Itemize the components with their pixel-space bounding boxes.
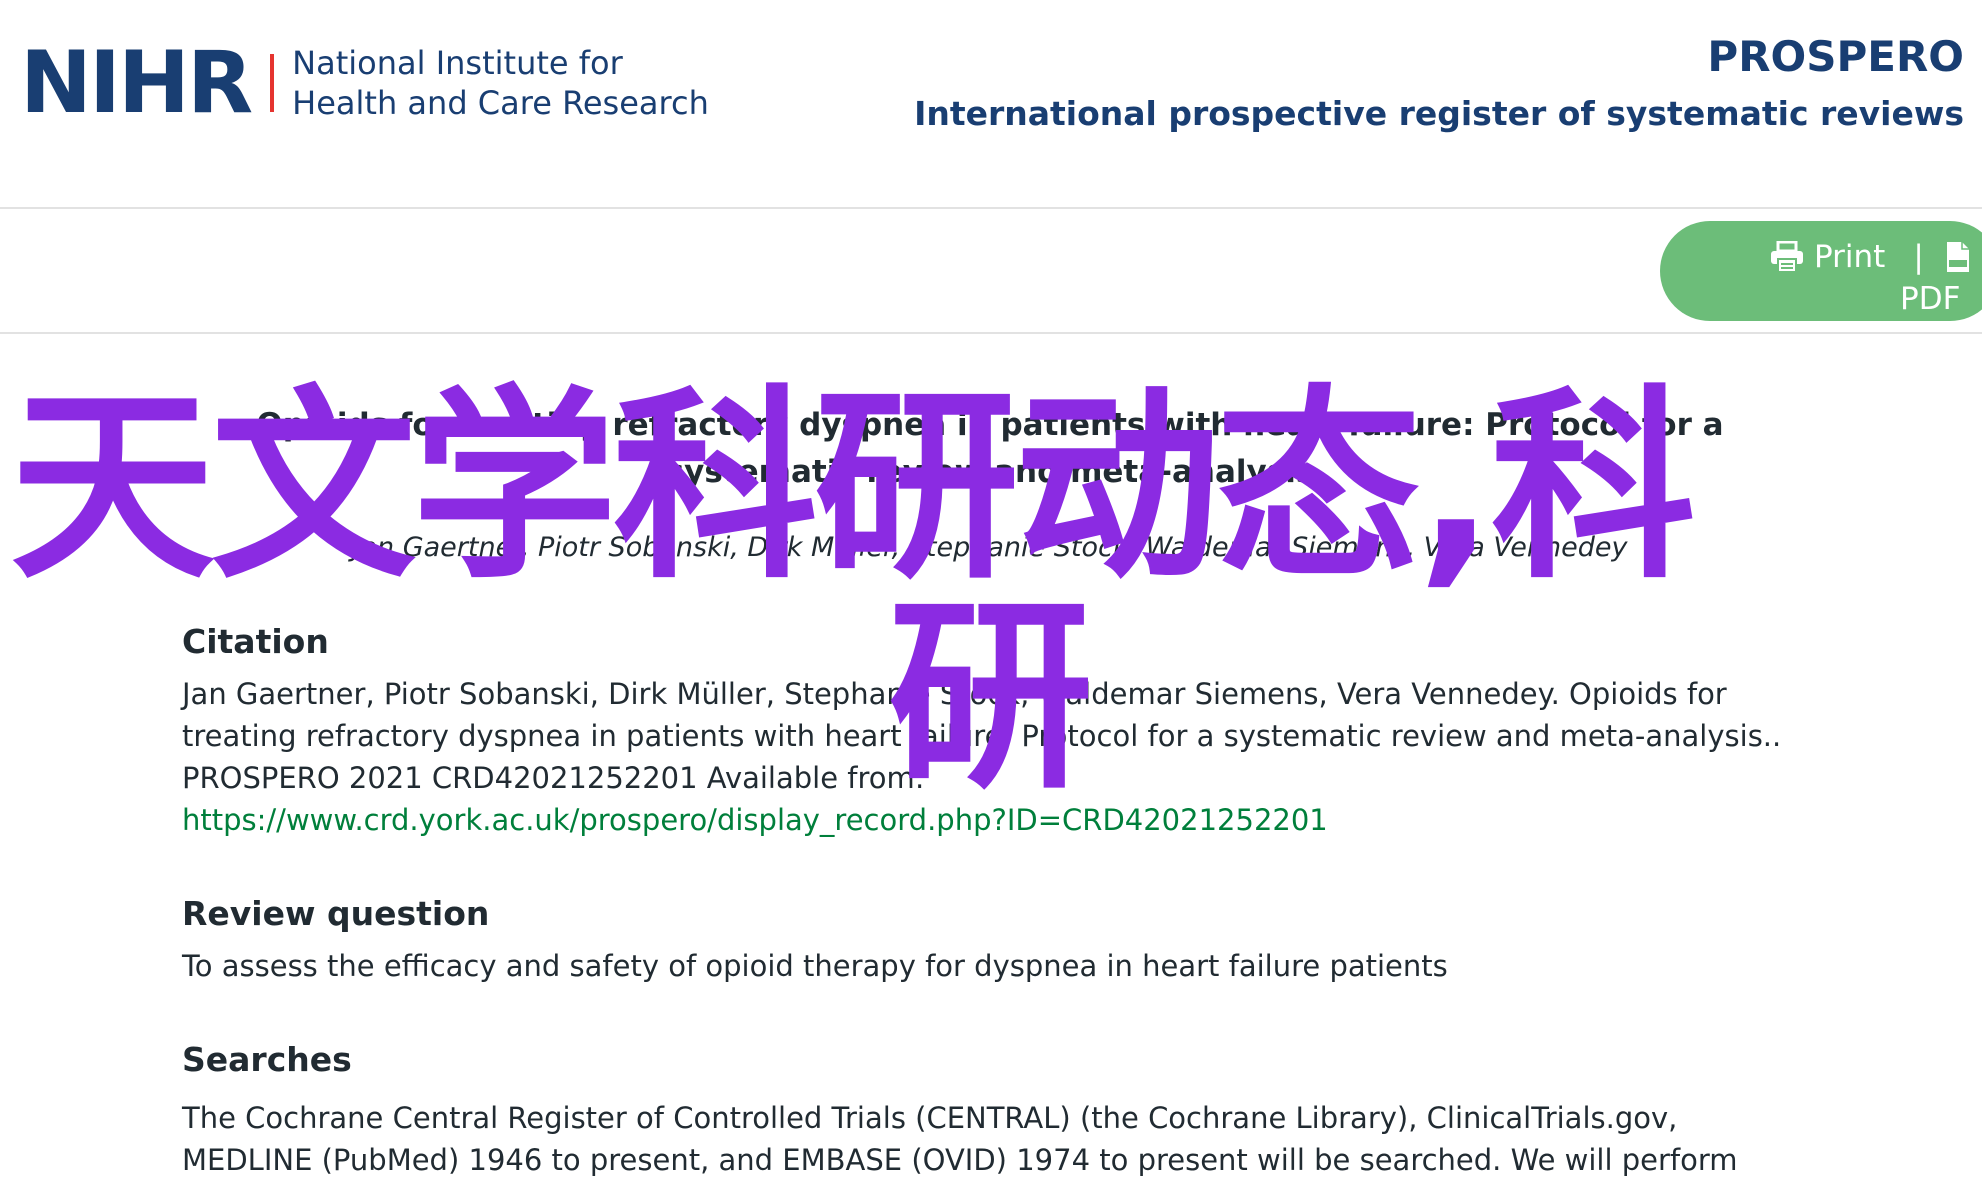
- review-question-text: To assess the efficacy and safety of opi…: [182, 949, 1448, 983]
- citation-text: Jan Gaertner, Piotr Sobanski, Dirk Mülle…: [182, 677, 1782, 795]
- prospero-title[interactable]: PROSPERO: [1707, 32, 1964, 81]
- nihr-name-line1: National Institute for: [292, 44, 623, 82]
- pdf-file-icon[interactable]: [1946, 241, 1970, 273]
- nihr-logo-divider: [270, 54, 275, 112]
- prospero-subtitle: International prospective register of sy…: [914, 94, 1964, 133]
- searches-text: The Cochrane Central Register of Control…: [182, 1101, 1738, 1177]
- searches-heading: Searches: [182, 1040, 352, 1079]
- print-button[interactable]: Print: [1814, 239, 1885, 275]
- searches-section: Searches The Cochrane Central Register o…: [182, 1040, 1802, 1181]
- citation-heading: Citation: [182, 622, 329, 661]
- record-authors: Jan Gaertner, Piotr Sobanski, Dirk Mülle…: [352, 532, 1628, 563]
- nihr-logo-name: National Institute for Health and Care R…: [292, 43, 709, 123]
- print-pdf-pill: Print | PDF: [1660, 221, 1982, 321]
- toolbar-separator: |: [1913, 239, 1924, 275]
- nihr-logo-mark: NIHR: [20, 33, 253, 133]
- record-toolbar: Print | PDF: [0, 209, 1982, 334]
- record-title: Opioids for treating refractory dyspnea …: [256, 407, 1724, 490]
- pdf-button[interactable]: PDF: [1900, 281, 1960, 317]
- citation-body: Jan Gaertner, Piotr Sobanski, Dirk Mülle…: [182, 673, 1802, 841]
- review-question-section: Review question To assess the efficacy a…: [182, 894, 1802, 987]
- site-header: NIHR National Institute for Health and C…: [0, 0, 1982, 209]
- citation-section: Citation Jan Gaertner, Piotr Sobanski, D…: [182, 622, 1802, 841]
- review-question-heading: Review question: [182, 894, 490, 933]
- printer-icon[interactable]: [1770, 240, 1804, 273]
- nihr-logo[interactable]: NIHR National Institute for Health and C…: [20, 38, 709, 128]
- nihr-name-line2: Health and Care Research: [292, 84, 709, 122]
- citation-link[interactable]: https://www.crd.york.ac.uk/prospero/disp…: [182, 803, 1328, 837]
- print-row: Print |: [1770, 239, 1970, 275]
